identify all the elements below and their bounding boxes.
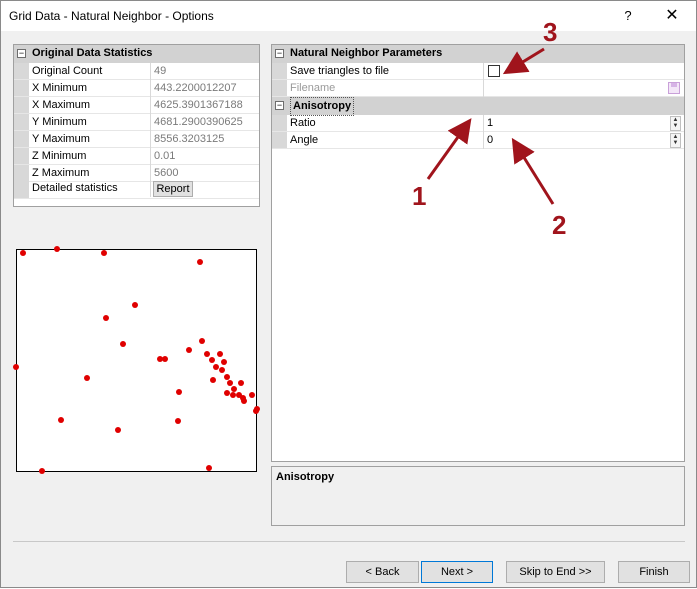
back-button[interactable]: < Back xyxy=(346,561,419,583)
dialog-window: Grid Data - Natural Neighbor - Options ?… xyxy=(0,0,697,588)
footer-divider xyxy=(13,541,685,542)
arrow-3 xyxy=(502,47,545,75)
description-panel: Anisotropy xyxy=(271,466,685,526)
finish-button[interactable]: Finish xyxy=(618,561,690,583)
description-title: Anisotropy xyxy=(276,471,335,483)
arrow-1 xyxy=(426,118,472,180)
next-button[interactable]: Next > xyxy=(421,561,493,583)
arrow-2 xyxy=(511,137,555,205)
annotation-label-2: 2 xyxy=(552,210,567,240)
annotation-label-1: 1 xyxy=(412,181,427,211)
skip-to-end-button[interactable]: Skip to End >> xyxy=(506,561,605,583)
annotation-label-3: 3 xyxy=(543,17,558,47)
